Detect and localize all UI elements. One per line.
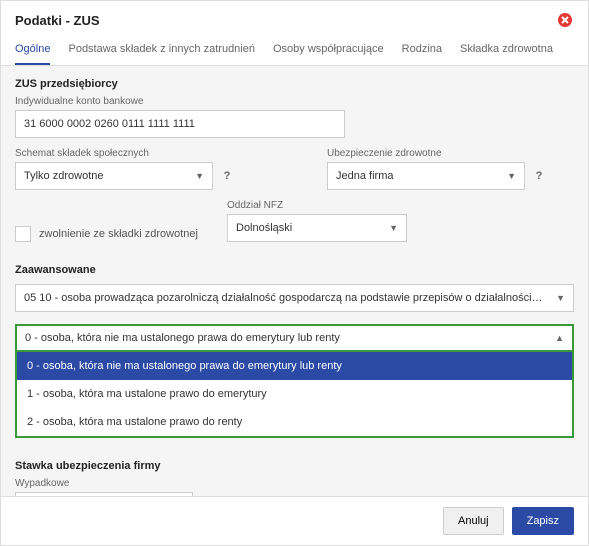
exemption-checkbox[interactable] [15,226,31,242]
save-button[interactable]: Zapisz [512,507,574,535]
scheme-help-icon[interactable]: ? [219,168,235,184]
dropdown-option-0[interactable]: 0 - osoba, która nie ma ustalonego prawa… [17,352,572,380]
cancel-button[interactable]: Anuluj [443,507,504,535]
close-button[interactable] [556,11,574,29]
dialog-header: Podatki - ZUS [1,1,588,35]
advanced-dropdown: 0 - osoba, która nie ma ustalonego prawa… [15,324,574,438]
exemption-label: zwolnienie ze składki zdrowotnej [39,228,198,240]
tab-health[interactable]: Składka zdrowotna [460,35,553,65]
nfz-label: Oddział NFZ [227,200,407,211]
chevron-down-icon: ▼ [389,223,398,233]
dropdown-option-2[interactable]: 2 - osoba, która ma ustalone prawo do re… [17,408,572,436]
advanced-section-title: Zaawansowane [15,264,574,276]
advanced-select1-value: 05 10 - osoba prowadząca pozarolniczą dz… [24,292,565,304]
dropdown-option-1[interactable]: 1 - osoba, która ma ustalone prawo do em… [17,380,572,408]
close-icon [557,12,573,28]
nfz-select[interactable]: Dolnośląski ▼ [227,214,407,242]
chevron-down-icon: ▼ [195,171,204,181]
tab-cooperating[interactable]: Osoby współpracujące [273,35,384,65]
health-value: Jedna firma [336,170,393,182]
health-help-icon[interactable]: ? [531,168,547,184]
chevron-up-icon: ▲ [555,333,564,343]
nfz-value: Dolnośląski [236,222,292,234]
zus-section-title: ZUS przedsiębiorcy [15,78,574,90]
tab-bar: Ogólne Podstawa składek z innych zatrudn… [1,35,588,66]
chevron-down-icon: ▼ [507,171,516,181]
rate-section-title: Stawka ubezpieczenia firmy [15,460,574,472]
scheme-label: Schemat składek społecznych [15,148,235,159]
advanced-select-1[interactable]: 05 10 - osoba prowadząca pozarolniczą dz… [15,284,574,312]
dropdown-list: 0 - osoba, która nie ma ustalonego prawa… [15,352,574,438]
account-label: Indywidualne konto bankowe [15,96,574,107]
dropdown-selected[interactable]: 0 - osoba, która nie ma ustalonego prawa… [15,324,574,352]
dropdown-selected-text: 0 - osoba, która nie ma ustalonego prawa… [25,332,340,344]
tab-family[interactable]: Rodzina [402,35,442,65]
tab-base[interactable]: Podstawa składek z innych zatrudnień [68,35,255,65]
tab-general[interactable]: Ogólne [15,35,50,65]
scheme-select[interactable]: Tylko zdrowotne ▼ [15,162,213,190]
health-label: Ubezpieczenie zdrowotne [327,148,547,159]
accident-select[interactable]: standardowa ▼ [15,492,193,496]
dialog: Podatki - ZUS Ogólne Podstawa składek z … [0,0,589,546]
account-input[interactable] [15,110,345,138]
health-select[interactable]: Jedna firma ▼ [327,162,525,190]
accident-label: Wypadkowe [15,478,215,489]
chevron-down-icon: ▼ [556,293,565,303]
dialog-title: Podatki - ZUS [15,13,100,28]
dialog-footer: Anuluj Zapisz [1,496,588,545]
dialog-body: ZUS przedsiębiorcy Indywidualne konto ba… [1,66,588,496]
scheme-value: Tylko zdrowotne [24,170,103,182]
